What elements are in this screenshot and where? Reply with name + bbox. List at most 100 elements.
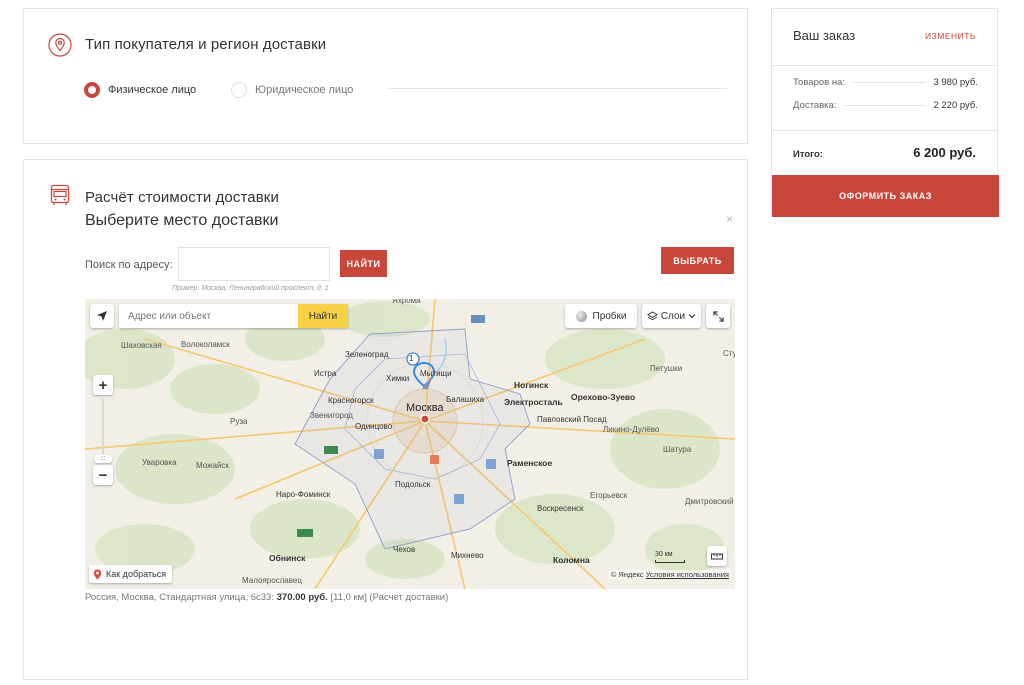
map-scale-label: 30 км (655, 551, 673, 558)
route-pin-icon (93, 569, 102, 579)
map-city-label: Яхрома (392, 299, 421, 305)
checkout-button[interactable]: оформить заказ (772, 175, 999, 217)
buyer-section-title: Тип покупателя и регион доставки (85, 36, 327, 53)
zoom-out-button[interactable]: − (93, 465, 113, 485)
find-button[interactable]: найти (340, 250, 387, 277)
map-city-label: Шатура (663, 445, 692, 454)
divider (389, 88, 727, 89)
map-city-label: Балашиха (446, 395, 485, 404)
close-icon[interactable]: × (726, 212, 733, 226)
map-city-label: Можайск (196, 461, 229, 470)
layers-button[interactable]: Слои (642, 304, 701, 328)
dotted-leader (853, 82, 926, 83)
ruler-icon (711, 553, 723, 560)
ruler-button[interactable] (707, 546, 727, 566)
delivery-map[interactable]: 1 Шаховская Волоколамск Истра Зеленоград Хим… (85, 299, 735, 589)
goods-value: 3 980 руб. (933, 77, 978, 88)
map-city-label: Зеленоград (345, 350, 389, 359)
map-city-label: Чехов (393, 545, 416, 554)
bus-icon (50, 184, 70, 205)
map-city-label: Ступино (723, 349, 735, 358)
location-pin-icon (48, 33, 72, 57)
map-search-bar: Найти (119, 304, 348, 328)
map-city-label: Егорьевск (590, 491, 628, 500)
delivery-value: 2 220 руб. (933, 100, 978, 111)
map-city-label: Ликино-Дулёво (603, 425, 660, 434)
traffic-button[interactable]: Пробки (565, 304, 637, 328)
expand-icon (712, 310, 724, 322)
map-marker-label: 1 (409, 354, 414, 363)
map-city-label: Шаховская (121, 341, 162, 350)
plus-icon: + (98, 376, 108, 394)
map-city-label: Звенигород (310, 411, 353, 420)
choose-button[interactable]: выбрать (661, 247, 734, 274)
traffic-light-icon (575, 310, 587, 322)
zoom-slider-track[interactable] (93, 399, 113, 454)
map-city-label: Волоколамск (181, 340, 230, 349)
address-search-label: Поиск по адресу: (85, 259, 173, 271)
map-city-label: Ногинск (514, 380, 549, 390)
divider (772, 130, 997, 131)
zoom-in-button[interactable]: + (93, 375, 113, 395)
address-search-input[interactable] (178, 247, 330, 281)
edit-order-link[interactable]: изменить (925, 31, 976, 41)
buyer-type-panel: Тип покупателя и регион доставки Физичес… (23, 8, 748, 144)
map-city-label: Уваровка (142, 458, 177, 467)
radio-individual-label: Физическое лицо (108, 84, 197, 96)
delivery-section-title: Расчёт стоимости доставки (85, 189, 279, 206)
divider (772, 65, 997, 66)
map-city-label: Мытищи (420, 369, 452, 378)
map-city-label: Красногорск (328, 396, 374, 405)
map-city-label: Одинцово (355, 422, 393, 431)
map-city-label: Павловский Посад (537, 415, 607, 424)
map-city-label: Химки (386, 374, 410, 383)
map-search-input[interactable] (119, 304, 298, 328)
goods-label: Товаров на: (793, 77, 845, 88)
map-city-label: Воскресенск (537, 504, 584, 513)
radio-legal-entity[interactable]: Юридическое лицо (231, 82, 353, 98)
order-title: Ваш заказ (793, 28, 856, 43)
delivery-cost-row: Доставка: 2 220 руб. (793, 100, 978, 111)
map-city-label: Обнинск (269, 553, 306, 563)
map-city-label: Орехово-Зуево (571, 392, 636, 402)
geolocation-button[interactable] (90, 304, 114, 328)
result-details: [11,0 км] (Расчет доставки) (330, 592, 449, 603)
map-city-label: Петушки (650, 364, 683, 373)
layers-icon (646, 310, 658, 320)
chevron-down-icon (688, 314, 696, 319)
geolocation-arrow-icon (97, 311, 107, 321)
radio-dot-checked (84, 82, 100, 98)
minus-icon: − (98, 466, 108, 484)
total-value: 6 200 руб. (913, 145, 976, 160)
map-search-button[interactable]: Найти (298, 304, 348, 328)
map-city-label: Дмитровский Погост (685, 497, 735, 506)
map-city-label: Малоярославец (242, 576, 302, 585)
delivery-calc-panel: Расчёт стоимости доставки Выберите место… (23, 159, 748, 680)
goods-total-row: Товаров на: 3 980 руб. (793, 77, 978, 88)
map-city-label: Электросталь (504, 397, 563, 407)
delivery-label: Доставка: (793, 100, 837, 111)
map-city-label: Москва (406, 402, 444, 414)
delivery-subtitle: Выберите место доставки (85, 212, 279, 229)
terms-link[interactable]: Условия использования (646, 570, 729, 579)
radio-legal-entity-label: Юридическое лицо (255, 84, 354, 96)
fullscreen-button[interactable] (706, 304, 730, 328)
radio-individual[interactable]: Физическое лицо (84, 82, 196, 98)
traffic-button-label: Пробки (592, 310, 627, 322)
map-city-label: Подольск (395, 480, 431, 489)
order-summary-panel: Ваш заказ изменить Товаров на: 3 980 руб… (771, 8, 999, 217)
map-city-label: Коломна (553, 555, 590, 565)
layers-button-label: Слои (660, 310, 686, 322)
zoom-slider-handle[interactable]: ::: (94, 455, 112, 463)
map-city-label: Истра (314, 369, 337, 378)
result-price: 370.00 руб. (276, 592, 328, 603)
yandex-copyright: © Яндекс (610, 570, 644, 579)
dotted-leader (844, 105, 926, 106)
map-city-label: Наро-Фоминск (276, 490, 331, 499)
route-button[interactable]: Как добраться (89, 565, 173, 583)
radio-dot-unchecked (231, 82, 247, 98)
map-city-label: Руза (230, 417, 248, 426)
map-city-label: Раменское (507, 458, 553, 468)
map-copyright: © Яндекс Условия использования (608, 570, 731, 579)
map-city-label: Михнево (451, 551, 484, 560)
